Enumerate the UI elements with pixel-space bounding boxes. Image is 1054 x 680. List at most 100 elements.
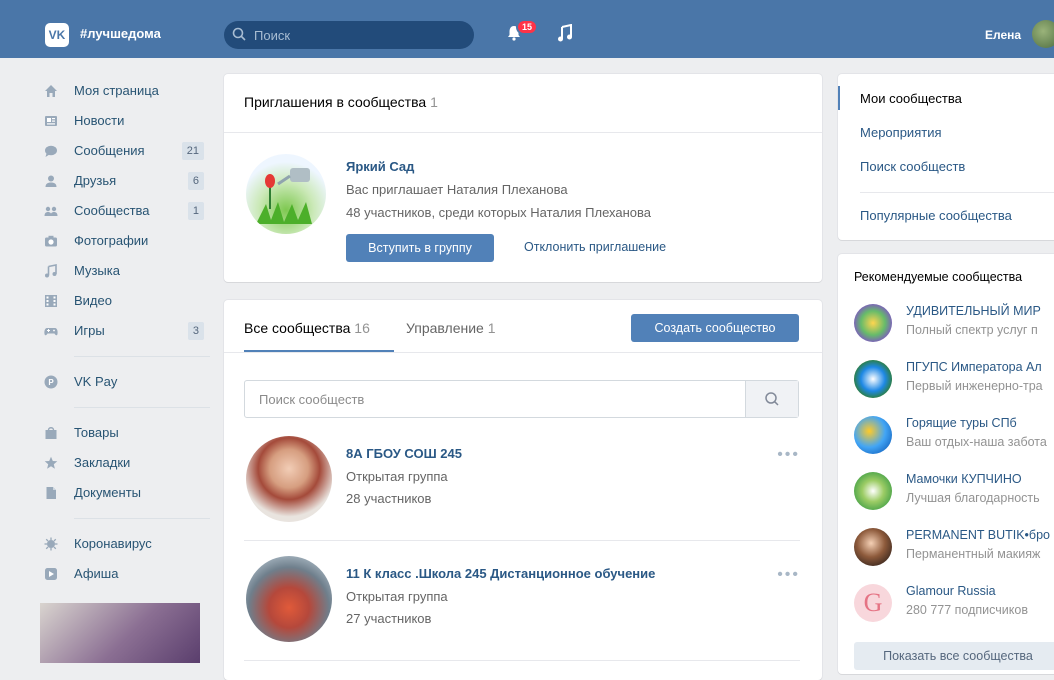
menu-item-search-communities[interactable]: Поиск сообществ [860, 159, 965, 174]
community-name[interactable]: Мамочки КУПЧИНО [906, 472, 1022, 486]
community-avatar[interactable] [854, 304, 892, 342]
community-avatar[interactable] [854, 472, 892, 510]
community-avatar[interactable] [246, 436, 332, 522]
vk-logo[interactable]: VK [45, 23, 69, 47]
star-icon [44, 456, 58, 469]
user-avatar[interactable] [1032, 20, 1054, 48]
community-avatar[interactable] [854, 528, 892, 566]
list-item[interactable]: 11 К класс .Школа 245 Дистанционное обуч… [244, 556, 800, 656]
list-item[interactable]: ПГУПС Императора Ал Первый инженерно-тра [854, 360, 1054, 410]
menu-divider [860, 192, 1054, 193]
community-name[interactable]: УДИВИТЕЛЬНЫЙ МИР [906, 304, 1041, 318]
sidebar-item-coronavirus[interactable]: Коронавирус [40, 529, 210, 559]
invitations-count: 1 [430, 94, 438, 110]
menu-item-my-communities[interactable]: Мои сообщества [860, 91, 962, 106]
menu-active-indicator [838, 86, 840, 110]
sidebar-item-label: Сообщения [74, 143, 145, 158]
messages-icon [45, 145, 57, 157]
community-avatar[interactable]: G [854, 584, 892, 622]
ad-banner-image[interactable] [40, 603, 200, 663]
sidebar-item-vkpay[interactable]: P VK Pay [40, 367, 210, 397]
community-name[interactable]: 8А ГБОУ СОШ 245 [346, 446, 462, 461]
community-description: Первый инженерно-тра [906, 379, 1043, 393]
tab-management[interactable]: Управление 1 [406, 320, 496, 336]
invitations-title: Приглашения в сообщества 1 [244, 94, 438, 110]
video-icon [45, 295, 57, 307]
sidebar-item-afisha[interactable]: Афиша [40, 559, 210, 589]
user-name[interactable]: Елена [985, 28, 1021, 42]
sidebar-item-documents[interactable]: Документы [40, 478, 210, 508]
sidebar-item-count: 1 [187, 202, 204, 220]
community-name[interactable]: Glamour Russia [906, 584, 996, 598]
sidebar-item-news[interactable]: Новости [40, 106, 210, 136]
gamepad-icon [44, 328, 58, 336]
sidebar-item-label: Товары [74, 425, 119, 440]
invite-sender: Вас приглашает Наталия Плеханова [346, 182, 568, 197]
communities-icon [44, 206, 58, 216]
list-item[interactable]: 8А ГБОУ СОШ 245 Открытая группа 28 участ… [244, 436, 800, 536]
community-description: Ваш отдых-наша забота [906, 435, 1047, 449]
community-name[interactable]: Горящие туры СПб [906, 416, 1017, 430]
more-options-icon[interactable]: ••• [777, 566, 800, 584]
more-options-icon[interactable]: ••• [777, 446, 800, 464]
camera-icon [45, 235, 57, 247]
invitations-title-text: Приглашения в сообщества [244, 94, 427, 110]
decline-invite-link[interactable]: Отклонить приглашение [524, 240, 666, 254]
create-community-button[interactable]: Создать сообщество [631, 314, 799, 342]
sidebar-item-label: Документы [74, 485, 142, 500]
sidebar-item-label: Моя страница [74, 83, 159, 98]
sidebar-item-count: 21 [181, 142, 204, 160]
community-search-button[interactable] [745, 381, 798, 417]
invitations-card: Приглашения в сообщества 1 Яркий Сад Вас… [224, 74, 822, 282]
sidebar-item-friends[interactable]: Друзья 6 [40, 166, 210, 196]
sidebar-item-count: 6 [187, 172, 204, 190]
community-avatar[interactable] [854, 360, 892, 398]
menu-item-popular[interactable]: Популярные сообщества [860, 208, 1012, 223]
sidebar-divider [74, 356, 210, 357]
sidebar-nav: Моя страница Новости Сообщения 21 Друзья… [40, 76, 210, 663]
community-description: Перманентный макияж [906, 547, 1041, 561]
list-item[interactable]: Горящие туры СПб Ваш отдых-наша забота [854, 416, 1054, 466]
sidebar-item-goods[interactable]: Товары [40, 418, 210, 448]
sidebar-item-bookmarks[interactable]: Закладки [40, 448, 210, 478]
community-name[interactable]: ПГУПС Императора Ал [906, 360, 1042, 374]
community-members: 27 участников [346, 611, 432, 626]
sidebar-divider [74, 407, 210, 408]
sidebar-item-games[interactable]: Игры 3 [40, 316, 210, 346]
community-type: Открытая группа [346, 469, 448, 484]
community-name[interactable]: PERMANENT BUTIK•бро [906, 528, 1050, 542]
community-description: 280 777 подписчиков [906, 603, 1028, 617]
tab-all-communities[interactable]: Все сообщества 16 [244, 320, 370, 336]
shopping-bag-icon [45, 427, 57, 439]
hashtag-label[interactable]: #лучшедома [80, 26, 161, 41]
virus-icon [44, 537, 58, 551]
community-avatar[interactable] [246, 556, 332, 642]
sidebar-item-messages[interactable]: Сообщения 21 [40, 136, 210, 166]
sidebar-item-photos[interactable]: Фотографии [40, 226, 210, 256]
friends-icon [45, 175, 57, 187]
menu-item-events[interactable]: Мероприятия [860, 125, 942, 140]
tabs-divider [224, 352, 822, 353]
music-icon[interactable] [557, 24, 573, 42]
list-item[interactable]: G Glamour Russia 280 777 подписчиков [854, 584, 1054, 634]
community-search-input[interactable]: Поиск сообществ [244, 380, 799, 418]
recommended-title: Рекомендуемые сообщества [854, 270, 1023, 284]
sidebar-item-music[interactable]: Музыка [40, 256, 210, 286]
sidebar-item-label: Музыка [74, 263, 120, 278]
list-item[interactable]: Мамочки КУПЧИНО Лучшая благодарность [854, 472, 1054, 522]
community-members: 28 участников [346, 491, 432, 506]
sidebar-item-communities[interactable]: Сообщества 1 [40, 196, 210, 226]
search-input[interactable]: Поиск [224, 21, 474, 49]
community-avatar[interactable] [854, 416, 892, 454]
sidebar-item-my-page[interactable]: Моя страница [40, 76, 210, 106]
community-name[interactable]: 11 К класс .Школа 245 Дистанционное обуч… [346, 566, 655, 581]
list-item[interactable]: УДИВИТЕЛЬНЫЙ МИР Полный спектр услуг п [854, 304, 1054, 354]
invite-group-name[interactable]: Яркий Сад [346, 159, 414, 174]
search-icon [765, 392, 779, 406]
sidebar-item-video[interactable]: Видео [40, 286, 210, 316]
vkpay-icon: P [44, 375, 58, 389]
sidebar-divider [74, 518, 210, 519]
list-item[interactable]: PERMANENT BUTIK•бро Перманентный макияж [854, 528, 1054, 578]
group-avatar-garden[interactable] [246, 154, 326, 234]
join-group-button[interactable]: Вступить в группу [346, 234, 494, 262]
